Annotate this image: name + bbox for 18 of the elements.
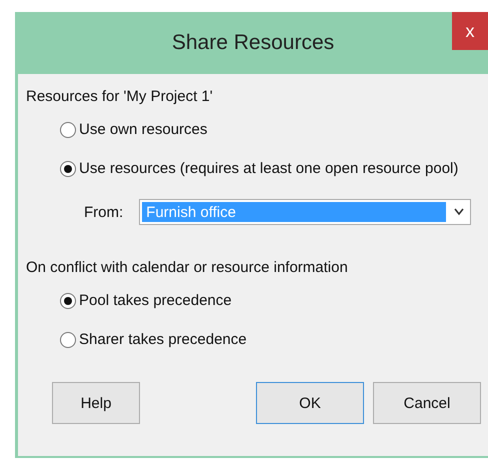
radio-button[interactable]: [60, 160, 76, 176]
dialog-button[interactable]: Help: [52, 382, 140, 424]
radio-label[interactable]: Pool takes precedence: [79, 292, 232, 309]
radio-label[interactable]: Use resources (requires at least one open resource pool): [79, 160, 458, 177]
radio-button[interactable]: [60, 122, 76, 138]
radio-button[interactable]: [60, 292, 76, 308]
radio-label[interactable]: Use own resources: [79, 121, 208, 138]
radio-button[interactable]: [60, 332, 76, 348]
close-button[interactable]: x: [452, 12, 488, 50]
chevron-icon: [454, 208, 464, 216]
window-title: Share Resources: [172, 31, 334, 55]
field-label: From:: [84, 204, 124, 220]
group-label: On conflict with calendar or resource information: [26, 259, 348, 276]
radio-label[interactable]: Sharer takes precedence: [79, 331, 247, 348]
dialog-button[interactable]: Cancel: [373, 382, 481, 424]
ok-button[interactable]: OK: [256, 382, 364, 424]
group-label: Resources for 'My Project 1': [26, 88, 213, 105]
dropdown-value: Furnish office: [142, 202, 446, 222]
